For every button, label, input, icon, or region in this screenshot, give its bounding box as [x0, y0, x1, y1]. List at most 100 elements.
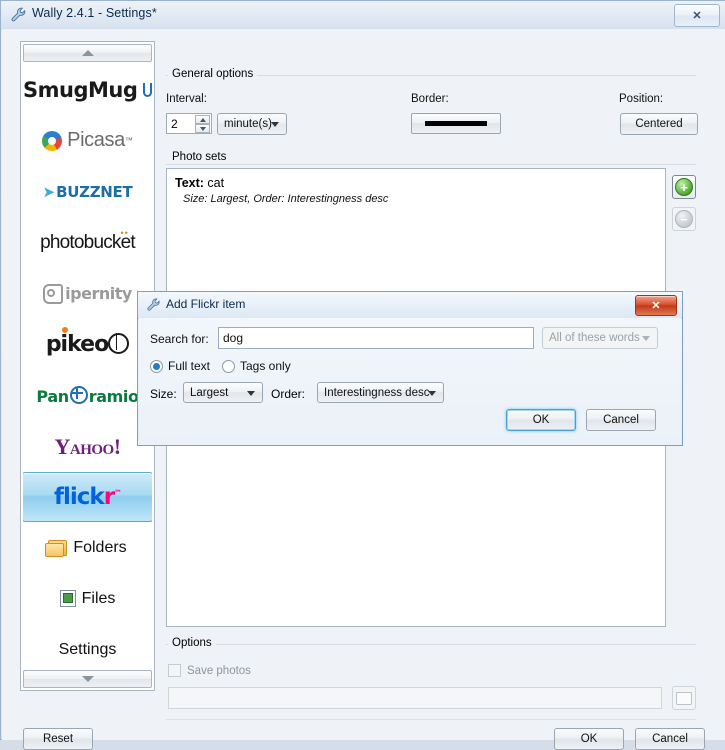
size-label: Size: [150, 387, 177, 401]
photo-set-prefix: Text: [175, 176, 204, 190]
chevron-up-icon [199, 117, 206, 122]
sidebar-item-smugmug[interactable]: SmugMug [23, 64, 152, 115]
pikeo-dot-icon [61, 327, 68, 333]
sidebar-item-files[interactable]: Files [23, 573, 152, 624]
add-flickr-item-dialog: Add Flickr item ✕ Search for: dog All of… [137, 291, 683, 446]
border-label: Border: [411, 93, 449, 105]
dialog-title: Add Flickr item [166, 297, 246, 311]
chevron-down-icon [642, 336, 650, 341]
options-title: Options [168, 637, 216, 649]
picasa-shutter-icon [42, 130, 63, 151]
sidebar-item-pikeo[interactable]: pikeo [23, 319, 152, 370]
photo-set-details: Size: Largest, Order: Interestingness de… [183, 193, 389, 205]
smugmug-logo: SmugMug [23, 77, 138, 102]
sidebar-item-yahoo[interactable]: Yahoo! [23, 421, 152, 472]
trademark-icon: ™ [114, 488, 122, 498]
ok-button[interactable]: OK [554, 728, 624, 750]
interval-unit-value: minute(s) [224, 118, 272, 130]
sidebar-scroll-up-button[interactable] [23, 44, 152, 62]
picasa-logo: Picasa [67, 129, 125, 151]
search-input-value: dog [223, 331, 244, 345]
interval-stepper[interactable]: 2 [166, 113, 212, 134]
flickr-logo: flickr™ [54, 484, 122, 510]
dialog-cancel-button[interactable]: Cancel [586, 409, 656, 431]
wrench-icon [146, 297, 162, 313]
panoramio-logo-text: Pan ramio [36, 385, 139, 406]
sidebar-item-buzznet[interactable]: ➤ BUZZNET [23, 166, 152, 217]
spin-up-button[interactable] [195, 115, 210, 124]
photobucket-logo: photobucket •• [40, 228, 136, 254]
folders-icon [45, 539, 68, 557]
trademark-icon: ™ [124, 136, 133, 145]
chevron-down-icon [81, 676, 94, 682]
browse-folder-button [672, 686, 696, 710]
folders-entry: Folders [45, 539, 127, 557]
yahoo-logo: Yahoo! [54, 433, 121, 459]
service-sidebar: SmugMug Picasa ™ ➤ BUZZNET photobucket •… [20, 41, 155, 691]
dialog-title-bar: Add Flickr item ✕ [138, 292, 682, 319]
sidebar-item-settings[interactable]: Settings [23, 624, 152, 668]
radio-tags-only[interactable]: Tags only [222, 359, 291, 373]
dialog-close-button[interactable]: ✕ [635, 295, 677, 316]
radio-tags-only-label: Tags only [240, 359, 291, 373]
pikeo-logo-text: pikeo [45, 332, 109, 357]
files-entry: Files [57, 588, 116, 608]
interval-label: Interval: [166, 93, 207, 105]
sidebar-item-folders[interactable]: Folders [23, 522, 152, 573]
order-dropdown[interactable]: Interestingness desc [317, 382, 444, 403]
sidebar-item-picasa[interactable]: Picasa ™ [23, 115, 152, 166]
general-options-title: General options [168, 68, 258, 80]
add-photo-set-button[interactable]: + [672, 175, 696, 199]
save-path-input [168, 687, 662, 709]
footer-separator [166, 719, 696, 720]
sidebar-item-label: Files [81, 589, 116, 607]
cancel-button[interactable]: Cancel [635, 728, 705, 750]
chevron-up-icon [81, 50, 94, 56]
panoramio-target-icon [69, 385, 88, 404]
dialog-ok-button[interactable]: OK [506, 409, 576, 431]
size-value: Largest [190, 386, 229, 399]
buzznet-tick-icon: ➤ [42, 183, 56, 201]
sidebar-item-flickr[interactable]: flickr™ [23, 472, 152, 522]
spin-down-button[interactable] [195, 124, 210, 133]
main-window: Wally 2.4.1 - Settings* ✕ SmugMug Picasa… [0, 0, 725, 750]
smugmug-cup-icon [143, 82, 152, 97]
border-picker-button[interactable] [411, 113, 501, 134]
ipernity-logo: ipernity [43, 283, 132, 304]
close-icon: ✕ [651, 300, 661, 312]
save-photos-checkbox [168, 664, 181, 677]
sidebar-item-photobucket[interactable]: photobucket •• [23, 217, 152, 268]
sidebar-item-panoramio[interactable]: Pan ramio [23, 370, 152, 421]
position-button[interactable]: Centered [620, 113, 698, 135]
folder-browse-icon [676, 691, 692, 705]
sidebar-item-label: Settings [58, 640, 117, 658]
search-input[interactable]: dog [218, 327, 534, 349]
radio-full-text-indicator [150, 359, 163, 373]
window-title: Wally 2.4.1 - Settings* [32, 6, 157, 20]
chevron-down-icon [247, 390, 255, 396]
sidebar-item-list: SmugMug Picasa ™ ➤ BUZZNET photobucket •… [23, 64, 152, 668]
photo-sets-title: Photo sets [168, 151, 231, 163]
files-icon [57, 588, 76, 607]
plus-icon: + [675, 178, 693, 196]
position-label: Position: [619, 93, 664, 105]
save-photos-label: Save photos [187, 665, 251, 677]
chevron-down-icon [199, 126, 206, 131]
window-close-button[interactable]: ✕ [674, 4, 720, 27]
sidebar-item-ipernity[interactable]: ipernity [23, 268, 152, 319]
match-mode-value: All of these words [549, 332, 640, 344]
interval-spin-buttons[interactable] [195, 115, 210, 134]
chevron-down-icon [428, 390, 436, 396]
list-item[interactable]: Text: cat Size: Largest, Order: Interest… [175, 176, 645, 205]
radio-full-text[interactable]: Full text [150, 359, 210, 373]
interval-unit-dropdown[interactable]: minute(s) [217, 113, 287, 135]
size-dropdown[interactable]: Largest [183, 382, 263, 403]
buzznet-logo: BUZZNET [56, 182, 133, 201]
pikeo-globe-icon [108, 333, 130, 354]
reset-button[interactable]: Reset [23, 728, 93, 750]
pikeo-logo: pikeo [45, 327, 130, 357]
photobucket-dots-icon: •• [120, 227, 129, 238]
sidebar-scroll-down-button[interactable] [23, 670, 152, 688]
chevron-down-icon [271, 122, 279, 127]
radio-tags-only-indicator [222, 359, 235, 373]
